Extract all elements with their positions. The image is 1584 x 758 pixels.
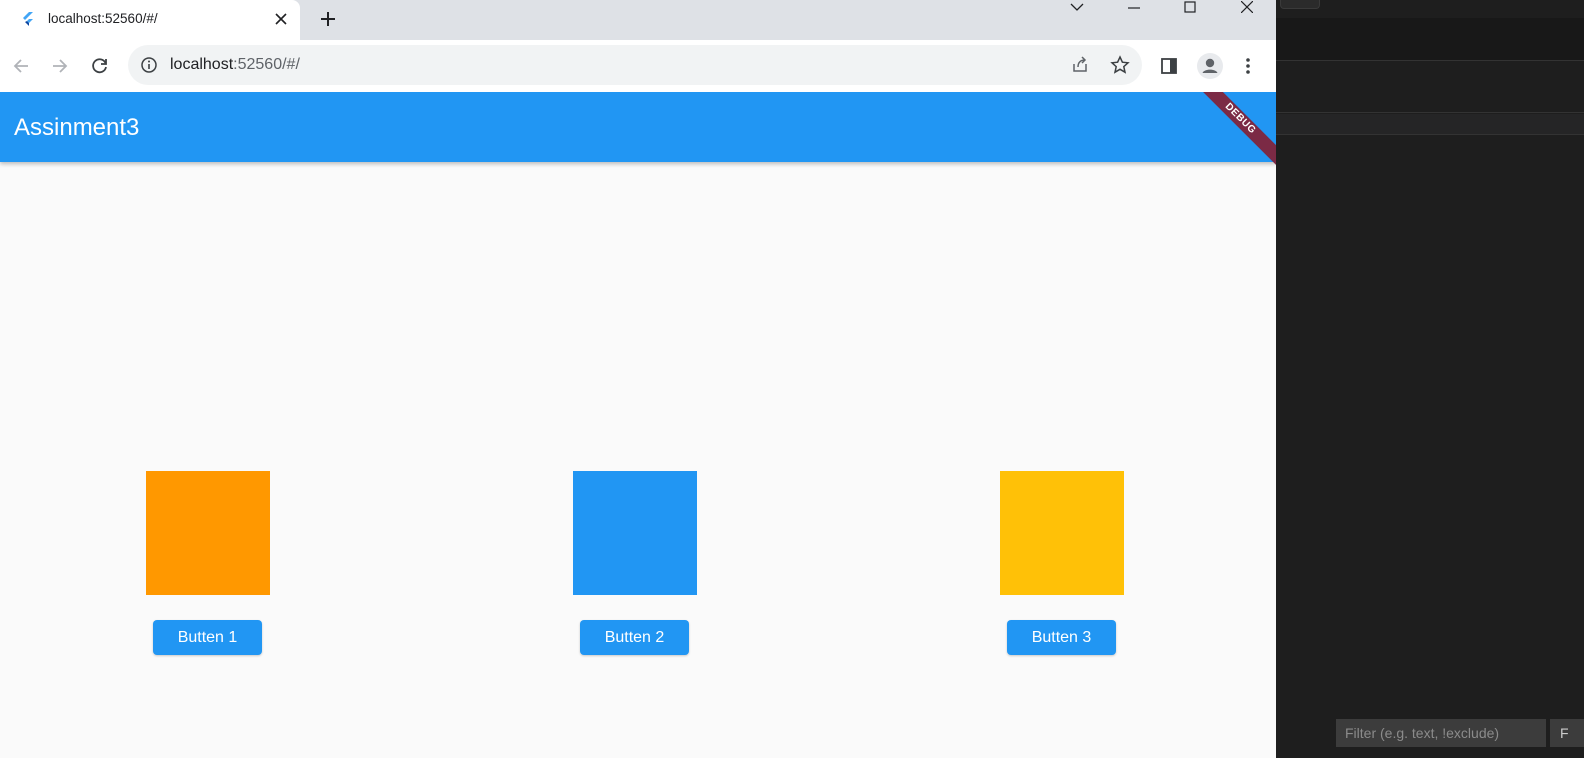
side-panel-icon[interactable] bbox=[1157, 54, 1181, 78]
profile-icon[interactable] bbox=[1195, 51, 1225, 81]
back-arrow-icon[interactable] bbox=[9, 54, 33, 78]
orange-square bbox=[146, 471, 270, 595]
divider bbox=[1276, 60, 1584, 61]
ide-side-button[interactable]: F bbox=[1550, 719, 1584, 747]
close-icon[interactable] bbox=[1227, 0, 1267, 14]
flutter-icon bbox=[20, 11, 36, 27]
plus-icon[interactable] bbox=[316, 7, 340, 31]
filter-input[interactable] bbox=[1336, 719, 1546, 747]
close-icon[interactable] bbox=[272, 10, 290, 28]
chevron-down-icon[interactable] bbox=[1057, 0, 1097, 14]
share-icon[interactable] bbox=[1070, 55, 1090, 75]
ide-footer: F bbox=[1276, 708, 1584, 758]
browser-toolbar: localhost:52560/#/ bbox=[0, 40, 1276, 92]
browser-window: localhost:52560/#/ localhost:52560/#/ As… bbox=[0, 0, 1276, 758]
more-vert-icon[interactable] bbox=[1236, 54, 1260, 78]
maximize-icon[interactable] bbox=[1170, 0, 1210, 14]
amber-square bbox=[1000, 471, 1124, 595]
app-bar: Assinment3 bbox=[0, 92, 1276, 162]
minimize-icon[interactable] bbox=[1114, 0, 1154, 14]
app-title: Assinment3 bbox=[14, 114, 140, 141]
divider bbox=[1276, 134, 1584, 135]
address-bar[interactable]: localhost:52560/#/ bbox=[128, 45, 1142, 85]
ide-panel-header bbox=[1276, 114, 1584, 134]
url-host: localhost bbox=[170, 56, 234, 73]
ide-panel: F bbox=[1276, 0, 1584, 758]
tab-strip: localhost:52560/#/ bbox=[0, 0, 1276, 40]
butten-3-button[interactable]: Butten 3 bbox=[1007, 620, 1116, 655]
divider bbox=[1276, 112, 1584, 113]
page-viewport: Assinment3 DEBUG Butten 1 Butten 2 Butte… bbox=[0, 92, 1276, 758]
info-icon[interactable] bbox=[140, 56, 158, 74]
butten-1-button[interactable]: Butten 1 bbox=[153, 620, 262, 655]
browser-tab[interactable]: localhost:52560/#/ bbox=[0, 0, 300, 40]
reload-icon[interactable] bbox=[88, 54, 112, 78]
butten-2-button[interactable]: Butten 2 bbox=[580, 620, 689, 655]
ide-top-strip bbox=[1276, 0, 1584, 10]
tab-title: localhost:52560/#/ bbox=[48, 11, 158, 26]
star-icon[interactable] bbox=[1110, 55, 1130, 75]
url-text[interactable]: localhost:52560/#/ bbox=[170, 56, 300, 74]
forward-arrow-icon[interactable] bbox=[48, 54, 72, 78]
ide-header-bar bbox=[1276, 18, 1584, 60]
blue-square bbox=[573, 471, 697, 595]
ide-tab[interactable] bbox=[1280, 0, 1320, 9]
url-path: :52560/#/ bbox=[233, 56, 300, 73]
